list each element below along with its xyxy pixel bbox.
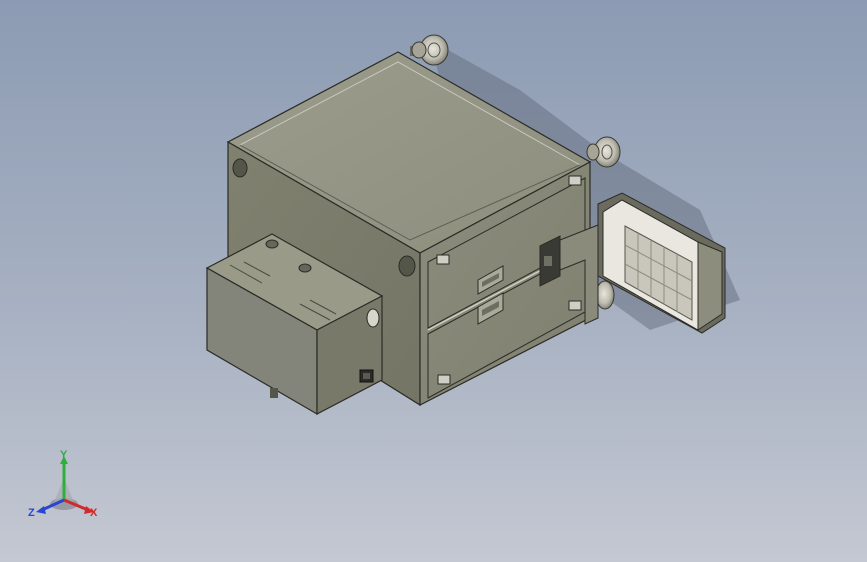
caster-wheel-right-front[interactable] bbox=[595, 280, 615, 310]
lift-hole-left bbox=[232, 158, 248, 178]
module-foot bbox=[270, 388, 278, 398]
z-axis-label: Z bbox=[28, 507, 35, 519]
module-port-right[interactable] bbox=[298, 263, 312, 273]
x-axis-label: X bbox=[90, 507, 98, 519]
corner-latch-top-left[interactable] bbox=[436, 254, 450, 265]
caster-wheel-top-left[interactable] bbox=[410, 34, 449, 66]
y-axis-label: Y bbox=[60, 449, 68, 461]
coordinate-triad[interactable]: Y X Z bbox=[26, 446, 106, 526]
cad-model-scene[interactable] bbox=[0, 0, 867, 562]
lift-hole-right bbox=[398, 255, 416, 277]
module-side-port[interactable] bbox=[366, 308, 380, 328]
corner-latch-bottom-left[interactable] bbox=[437, 374, 451, 385]
power-inlet[interactable] bbox=[359, 369, 374, 383]
corner-latch-top-right[interactable] bbox=[568, 175, 582, 186]
graphics-viewport[interactable]: Y X Z bbox=[0, 0, 867, 562]
corner-latch-bottom-right[interactable] bbox=[568, 300, 582, 311]
module-port-left[interactable] bbox=[265, 239, 279, 249]
